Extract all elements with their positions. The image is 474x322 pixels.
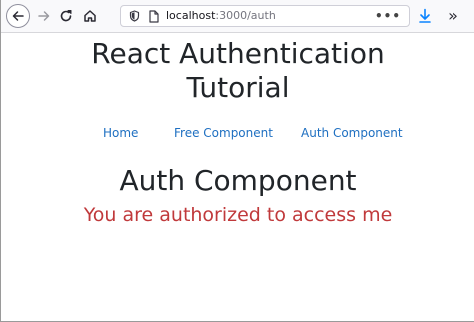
nav-link-free-component[interactable]: Free Component: [174, 125, 273, 141]
url-text[interactable]: localhost:3000/auth: [166, 9, 276, 23]
forward-button[interactable]: [32, 4, 56, 28]
overflow-menu-button[interactable]: »: [441, 4, 465, 28]
nav-link-home[interactable]: Home: [103, 125, 138, 141]
nav-link-auth-component[interactable]: Auth Component: [301, 125, 403, 141]
url-host: localhost: [166, 9, 216, 22]
browser-window: localhost:3000/auth ••• » React Authenti…: [0, 0, 474, 322]
download-icon: [419, 8, 431, 23]
page-actions-menu-button[interactable]: •••: [375, 8, 401, 24]
forward-arrow-icon: [38, 11, 50, 21]
authorized-message: You are authorized to access me: [83, 204, 393, 226]
page-icon[interactable]: [146, 9, 160, 23]
reload-icon: [60, 10, 72, 22]
url-path: :3000/auth: [215, 9, 276, 22]
back-button[interactable]: [6, 4, 30, 28]
reload-button[interactable]: [54, 4, 78, 28]
browser-toolbar: localhost:3000/auth ••• »: [1, 0, 474, 33]
home-icon: [84, 10, 96, 22]
home-button[interactable]: [78, 4, 102, 28]
download-button[interactable]: [413, 4, 437, 28]
shield-icon[interactable]: [127, 9, 141, 23]
section-heading: Auth Component: [119, 164, 357, 197]
back-arrow-icon: [12, 11, 24, 21]
page-title: React Authentication Tutorial: [91, 37, 385, 104]
address-bar[interactable]: localhost:3000/auth •••: [120, 5, 410, 27]
page-content: React Authentication Tutorial Home Free …: [1, 33, 474, 321]
